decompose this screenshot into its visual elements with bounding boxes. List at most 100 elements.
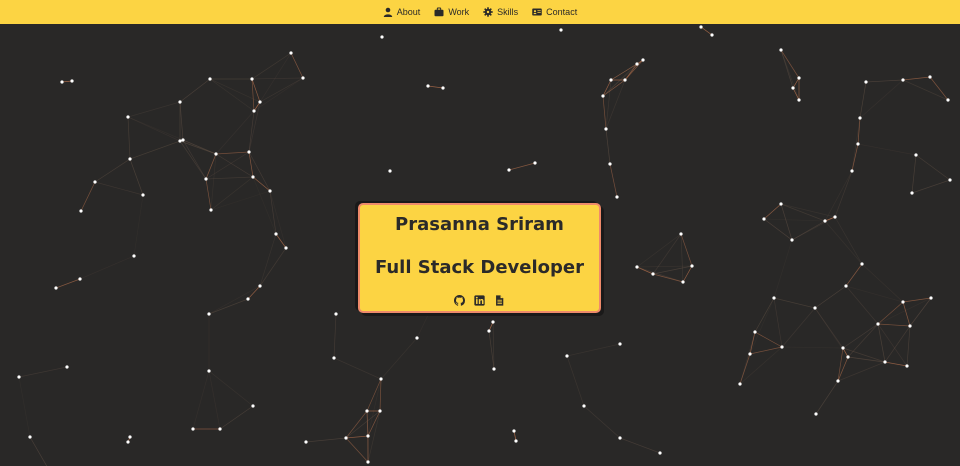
network-node — [797, 76, 801, 80]
network-link — [842, 323, 879, 349]
hero-card: Prasanna Sriram Full Stack Developer — [358, 203, 601, 313]
network-link — [792, 87, 800, 101]
network-node — [252, 109, 256, 113]
network-node — [366, 460, 370, 464]
network-link — [269, 190, 287, 249]
nav-item-work[interactable]: Work — [434, 7, 469, 17]
network-node — [78, 277, 82, 281]
nav-item-contact[interactable]: Contact — [532, 7, 577, 17]
network-link — [749, 297, 775, 355]
id-card-icon — [532, 8, 542, 16]
top-navbar: About Work Skills Contact — [0, 0, 960, 24]
network-link — [566, 355, 585, 407]
hero-name: Prasanna Sriram — [395, 214, 564, 235]
network-node — [301, 76, 305, 80]
network-link — [847, 323, 879, 358]
network-link — [333, 357, 382, 380]
network-link — [842, 347, 886, 363]
network-link — [754, 297, 775, 333]
network-node — [250, 77, 254, 81]
network-node — [141, 193, 145, 197]
network-link — [192, 370, 210, 430]
network-node — [284, 246, 288, 250]
network-node — [929, 296, 933, 300]
network-node — [128, 157, 132, 161]
network-link — [865, 79, 904, 83]
network-node — [618, 342, 622, 346]
network-node — [365, 409, 369, 413]
network-link — [127, 116, 131, 160]
network-link — [773, 297, 783, 348]
network-link — [253, 77, 304, 112]
network-link — [427, 85, 444, 89]
network-node — [779, 202, 783, 206]
network-node — [251, 404, 255, 408]
network-node — [823, 219, 827, 223]
nav-item-skills[interactable]: Skills — [483, 7, 518, 17]
network-link — [902, 76, 931, 81]
network-node — [334, 312, 338, 316]
network-link — [851, 143, 859, 172]
network-node — [681, 280, 685, 284]
network-node — [901, 78, 905, 82]
network-node — [289, 51, 293, 55]
network-node — [658, 451, 662, 455]
network-node — [582, 404, 586, 408]
github-link[interactable] — [454, 295, 465, 306]
network-node — [772, 296, 776, 300]
network-link — [18, 376, 31, 438]
network-link — [652, 273, 684, 283]
network-link — [815, 380, 839, 415]
network-link — [902, 301, 911, 327]
network-node — [533, 161, 537, 165]
network-node — [780, 345, 784, 349]
network-node — [864, 80, 868, 84]
network-link — [205, 151, 250, 180]
network-node — [258, 284, 262, 288]
network-link — [845, 285, 879, 325]
network-link — [814, 285, 847, 309]
network-link — [834, 170, 853, 218]
network-link — [129, 158, 144, 196]
network-link — [884, 325, 911, 363]
linkedin-link[interactable] — [474, 295, 485, 306]
network-link — [780, 49, 800, 79]
linkedin-icon — [474, 295, 485, 306]
network-node — [247, 150, 251, 154]
network-link — [834, 216, 863, 265]
network-node — [858, 116, 862, 120]
network-link — [210, 153, 217, 211]
network-node — [946, 98, 950, 102]
network-link — [345, 410, 368, 439]
network-node — [797, 98, 801, 102]
network-link — [780, 203, 793, 241]
network-link — [680, 233, 684, 283]
network-node — [679, 232, 683, 236]
network-link — [367, 378, 382, 437]
network-link — [680, 233, 693, 267]
network-link — [219, 405, 254, 430]
nav-label-skills: Skills — [497, 7, 519, 17]
network-link — [609, 163, 618, 198]
gear-icon — [483, 7, 493, 17]
nav-label-work: Work — [448, 7, 470, 17]
network-node — [850, 169, 854, 173]
network-node — [601, 94, 605, 98]
network-link — [619, 437, 661, 454]
network-node — [791, 86, 795, 90]
network-node — [268, 189, 272, 193]
network-node — [178, 100, 182, 104]
network-link — [210, 176, 254, 211]
network-node — [441, 86, 445, 90]
github-icon — [454, 295, 465, 306]
network-link — [251, 77, 304, 80]
network-node — [378, 409, 382, 413]
network-link — [305, 437, 347, 443]
nav-item-about[interactable]: About — [383, 7, 420, 17]
resume-link[interactable] — [494, 295, 505, 306]
network-node — [487, 329, 491, 333]
network-link — [700, 26, 713, 36]
network-node — [28, 435, 32, 439]
network-node — [379, 377, 383, 381]
network-node — [905, 364, 909, 368]
